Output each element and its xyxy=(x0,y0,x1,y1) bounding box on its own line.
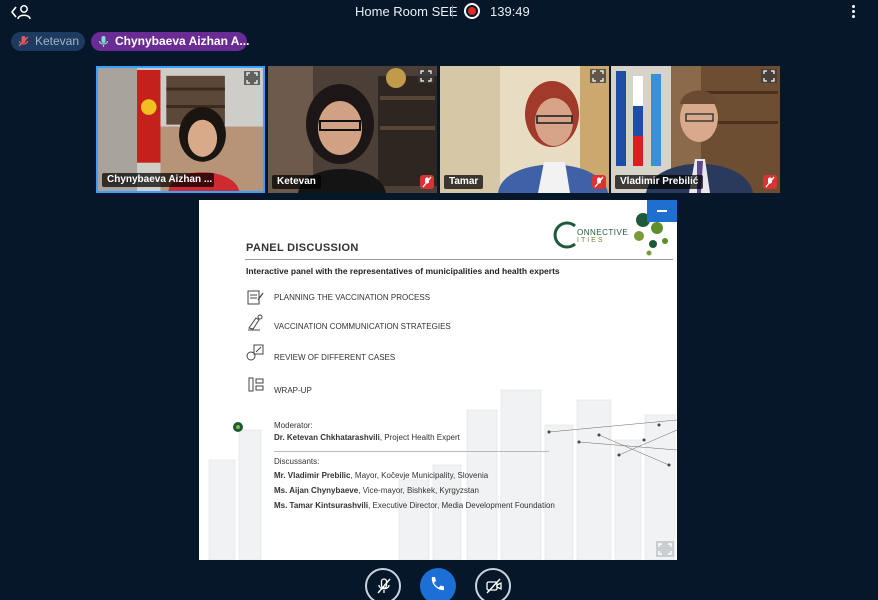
discussant-name: Ms. Tamar Kintsurashvili xyxy=(274,501,369,510)
mic-off-icon xyxy=(420,175,434,189)
video-tile-tamar[interactable]: Tamar xyxy=(440,66,609,193)
call-timer: 139:49 xyxy=(490,4,530,19)
divider xyxy=(245,259,673,260)
discussant-line: Ms. Aijan Chynybaeve, Vice-mayor, Bishke… xyxy=(274,486,479,495)
agenda-item: PLANNING THE VACCINATION PROCESS xyxy=(274,293,431,302)
video-tile-vladimir[interactable]: Vladimir Prebilić xyxy=(611,66,780,193)
camera-off-icon xyxy=(486,578,502,594)
moderator-label: Moderator: xyxy=(274,421,313,430)
city-skyline-background xyxy=(208,389,677,560)
mic-off-icon xyxy=(377,578,391,594)
agenda-item: WRAP-UP xyxy=(274,386,312,395)
discussant-role: , Mayor, Kočevje Municipality, Slovenia xyxy=(350,471,489,480)
discussant-role: , Executive Director, Media Development … xyxy=(368,501,555,510)
slide-title: PANEL DISCUSSION xyxy=(246,242,359,254)
participant-label[interactable]: Vladimir Prebilić xyxy=(615,175,704,189)
room-title: Home Room SEE xyxy=(355,4,458,19)
mic-off-icon xyxy=(592,175,606,189)
video-feed xyxy=(440,66,609,193)
record-icon[interactable] xyxy=(464,3,480,19)
video-tile-chynybaeva[interactable]: Chynybaeva Aizhan ... xyxy=(96,66,265,193)
minimize-slide-button[interactable] xyxy=(647,200,677,222)
cases-icon xyxy=(246,344,264,361)
discussant-line: Ms. Tamar Kintsurashvili, Executive Dire… xyxy=(274,501,555,510)
talker-name: Ketevan xyxy=(35,34,80,48)
slide-subtitle: Interactive panel with the representativ… xyxy=(246,266,560,276)
clipboard-icon xyxy=(247,290,264,305)
presentation-slide: ONNECTIVE ITIES PANEL DISCUSSION Interac… xyxy=(199,200,677,560)
expand-icon[interactable] xyxy=(244,71,260,85)
discussant-name: Mr. Vladimir Prebilic xyxy=(274,471,351,480)
phone-icon xyxy=(431,577,444,591)
talker-chip-ketevan[interactable]: Ketevan xyxy=(11,32,85,51)
divider xyxy=(452,5,453,18)
talker-name: Chynybaeva Aizhan A... xyxy=(115,34,250,48)
video-feed xyxy=(268,66,437,193)
discussants-label: Discussants: xyxy=(274,457,320,466)
participant-label[interactable]: Chynybaeva Aizhan ... xyxy=(102,173,214,187)
agenda-item: VACCINATION COMMUNICATION STRATEGIES xyxy=(274,322,451,331)
call-button[interactable] xyxy=(420,568,456,600)
moderator-role: , Project Health Expert xyxy=(379,433,460,442)
leave-room-icon[interactable] xyxy=(10,3,32,21)
microscope-icon xyxy=(248,314,263,331)
expand-icon[interactable] xyxy=(761,69,777,83)
bullet-icon xyxy=(233,422,243,432)
agenda-item: REVIEW OF DIFFERENT CASES xyxy=(274,353,396,362)
divider xyxy=(274,451,549,452)
expand-icon[interactable] xyxy=(418,69,434,83)
logo-text: ITIES xyxy=(577,237,605,244)
logo-text: ONNECTIVE xyxy=(577,228,629,237)
mute-microphone-button[interactable] xyxy=(365,568,401,600)
video-tile-ketevan[interactable]: Ketevan xyxy=(268,66,437,193)
discussant-role: , Vice-mayor, Bishkek, Kyrgyzstan xyxy=(358,486,479,495)
participant-label[interactable]: Ketevan xyxy=(272,175,321,189)
moderator-name: Dr. Ketevan Chkhatarashvili xyxy=(274,433,380,442)
moderator-line: Dr. Ketevan Chkhatarashvili, Project Hea… xyxy=(274,433,460,442)
discussant-line: Mr. Vladimir Prebilic, Mayor, Kočevje Mu… xyxy=(274,471,488,480)
video-feed xyxy=(611,66,780,193)
discussant-name: Ms. Aijan Chynybaeve xyxy=(274,486,359,495)
camera-off-button[interactable] xyxy=(475,568,511,600)
participant-label[interactable]: Tamar xyxy=(444,175,484,189)
talker-chip-chynybaeva[interactable]: Chynybaeva Aizhan A... xyxy=(91,32,250,51)
top-bar: Home Room SEE 139:49 xyxy=(0,0,878,24)
vaccine-icon xyxy=(248,377,264,392)
mic-icon xyxy=(98,36,109,47)
mic-off-icon xyxy=(763,175,777,189)
expand-icon[interactable] xyxy=(590,69,606,83)
mic-off-icon xyxy=(18,36,29,47)
fullscreen-icon[interactable] xyxy=(656,541,674,557)
more-options-icon[interactable] xyxy=(846,3,860,21)
